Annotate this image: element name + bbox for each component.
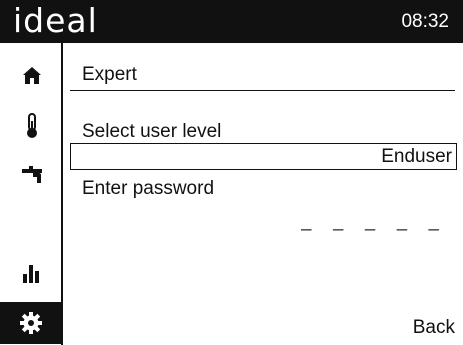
clock-time: 08:32 [401, 11, 449, 32]
sidebar-item-settings[interactable] [0, 302, 62, 344]
user-level-label: Select user level [82, 121, 222, 142]
password-label: Enter password [82, 178, 215, 199]
bar-chart-icon [23, 265, 39, 283]
back-button[interactable]: Back [413, 317, 455, 339]
page-title: Expert [82, 64, 137, 85]
title-divider [70, 90, 455, 91]
main-panel: Expert Select user level Enduser Enter p… [70, 43, 463, 345]
top-bar: ideal 08:32 [0, 0, 463, 43]
sidebar-item-temperature[interactable] [14, 110, 50, 142]
gear-icon [20, 312, 42, 334]
brand-logo: ideal [13, 1, 98, 40]
home-icon [23, 67, 41, 84]
thermometer-icon [27, 113, 37, 138]
password-field[interactable]: – – – – – [301, 219, 447, 241]
sidebar-item-home[interactable] [14, 59, 50, 91]
user-level-value: Enduser [381, 146, 452, 167]
sidebar-nav [0, 43, 63, 345]
sidebar-item-statistics[interactable] [14, 257, 50, 289]
user-level-select[interactable]: Enduser [70, 143, 457, 170]
sidebar-item-hot-water[interactable] [14, 161, 50, 193]
tap-icon [22, 166, 42, 183]
